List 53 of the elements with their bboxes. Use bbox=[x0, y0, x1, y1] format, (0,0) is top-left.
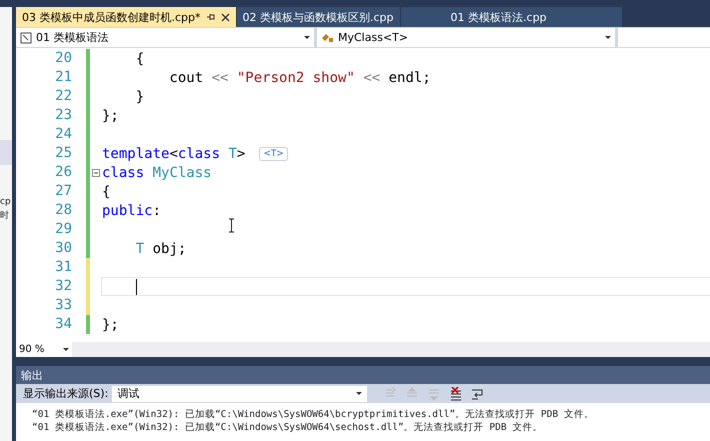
code-line: { bbox=[134, 50, 144, 66]
source-dropdown[interactable]: 调试 bbox=[112, 386, 368, 402]
project-dropdown[interactable]: 01 类模板语法 bbox=[16, 28, 314, 47]
line-number: 27 bbox=[54, 182, 73, 201]
code-line: T obj; bbox=[134, 240, 186, 256]
dropdown-arrow-icon bbox=[605, 36, 611, 39]
source-label: 显示输出来源(S): bbox=[23, 386, 108, 401]
line-number: 25 bbox=[54, 144, 73, 163]
code-line: template<class T> bbox=[102, 146, 246, 162]
close-icon[interactable] bbox=[220, 12, 230, 22]
pin-icon[interactable] bbox=[206, 12, 216, 22]
line-number: 22 bbox=[54, 87, 73, 106]
line-number: 31 bbox=[54, 258, 73, 277]
panel-title: 输出 bbox=[21, 368, 43, 382]
line-number: 32 bbox=[54, 277, 73, 296]
dropdown-arrow-icon bbox=[304, 36, 310, 39]
code-line: public: bbox=[102, 202, 162, 218]
code-line: }; bbox=[102, 108, 119, 124]
line-number: 33 bbox=[54, 296, 73, 315]
line-number: 29 bbox=[54, 220, 73, 239]
dropdown-arrow-icon bbox=[356, 392, 362, 395]
text-cursor-icon bbox=[228, 218, 235, 233]
output-line: “01 类模板语法.exe”(Win32): 已加载“C:\Windows\SysWOW64\sechost.dll”。无法查找或打开 PDB 文件。 bbox=[32, 421, 544, 434]
code-line: } bbox=[134, 88, 144, 104]
collapse-icon[interactable] bbox=[92, 168, 100, 176]
panel-text: cp bbox=[0, 196, 12, 209]
line-number: 21 bbox=[54, 68, 73, 87]
panel-text: 时 bbox=[0, 210, 10, 223]
file-tab[interactable]: 02 类模板与函数模板区别.cpp bbox=[236, 7, 400, 27]
line-number: 34 bbox=[54, 315, 73, 334]
project-icon bbox=[20, 32, 32, 44]
clear-all-icon[interactable] bbox=[449, 386, 464, 400]
zoom-dropdown[interactable]: 90 % bbox=[16, 342, 72, 357]
line-number: 26 bbox=[54, 163, 73, 182]
file-tab[interactable]: 01 类模板语法.cpp bbox=[400, 7, 622, 27]
code-line: }; bbox=[102, 316, 119, 332]
code-line: { bbox=[102, 184, 110, 200]
line-number: 24 bbox=[54, 125, 73, 144]
selected-row-highlight bbox=[0, 140, 12, 165]
template-hint-badge[interactable]: <T> bbox=[259, 146, 288, 160]
word-wrap-icon[interactable] bbox=[471, 386, 486, 400]
dropdown-arrow-icon bbox=[63, 348, 69, 351]
line-number: 28 bbox=[54, 201, 73, 220]
file-tab[interactable]: 03 类模板中成员函数创建时机.cpp* bbox=[16, 7, 236, 27]
scope-dropdown[interactable]: MyClass<T> bbox=[317, 28, 615, 47]
line-number: 20 bbox=[54, 49, 73, 68]
text-cursor bbox=[136, 278, 137, 294]
code-line: class MyClass bbox=[102, 164, 212, 180]
output-line: “01 类模板语法.exe”(Win32): 已加载“C:\Windows\SysWOW64\bcryptprimitives.dll”。无法查找或打开 PDB 文件。 bbox=[32, 408, 595, 421]
line-number: 23 bbox=[54, 106, 73, 125]
line-number: 30 bbox=[54, 239, 73, 258]
class-icon bbox=[321, 32, 334, 44]
code-line: cout << "Person2 show" << endl; bbox=[168, 70, 431, 86]
